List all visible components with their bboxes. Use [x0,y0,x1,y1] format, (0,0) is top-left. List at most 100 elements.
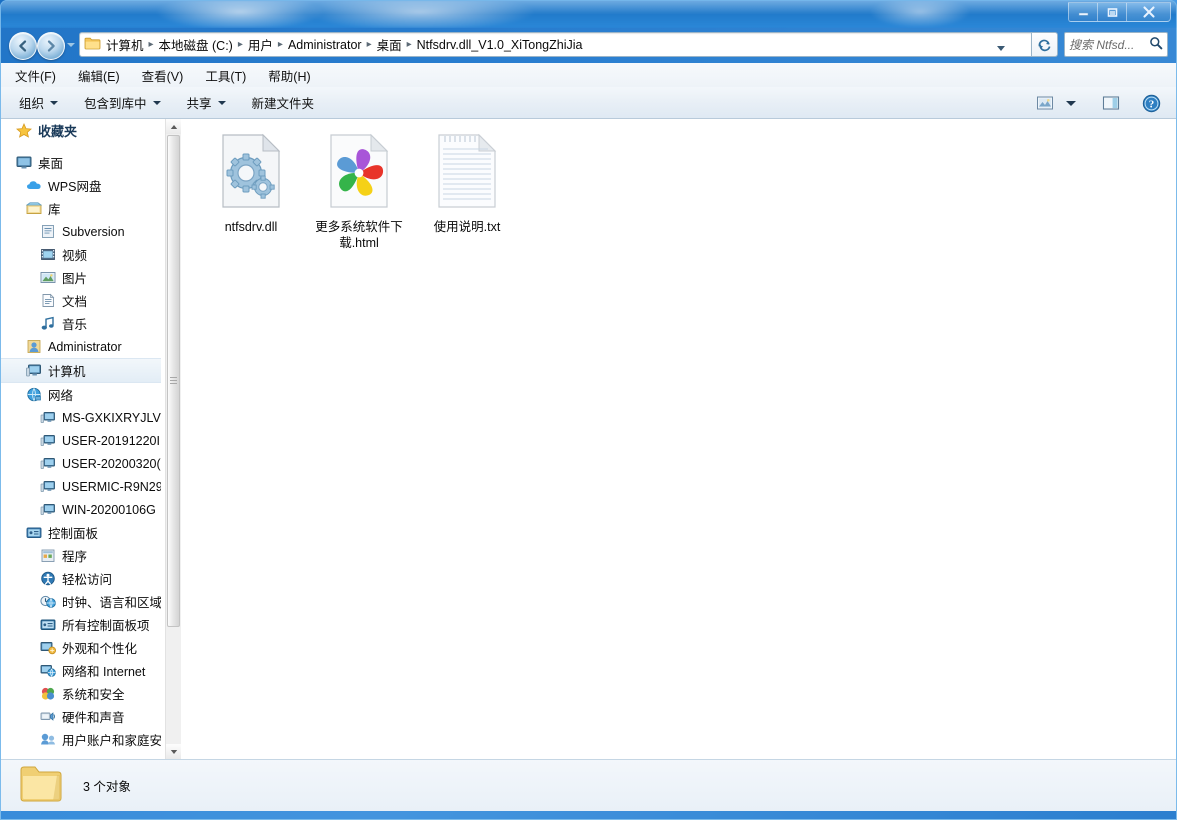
sidebar-item-label: 计算机 [48,365,86,379]
network-computer-icon [39,433,57,449]
sidebar-item-16[interactable]: WIN-20200106G [1,498,161,521]
folder-icon [84,36,101,54]
sidebar-item-8[interactable]: 音乐 [1,312,161,335]
sidebar-item-label: 图片 [62,272,88,286]
new-folder-button[interactable]: 新建文件夹 [252,93,315,112]
chevron-down-icon [50,100,59,105]
sidebar-item-label: USER-20200320( [62,456,161,471]
help-icon[interactable]: ? [1138,91,1164,115]
organize-button[interactable]: 组织 [19,93,59,112]
preview-pane-icon[interactable] [1098,91,1124,115]
sidebar-item-1[interactable]: 桌面 [1,151,161,174]
sidebar-item-5[interactable]: 视频 [1,243,161,266]
sidebar-item-9[interactable]: Administrator [1,335,161,358]
search-input[interactable]: 搜索 Ntfsd... [1064,32,1168,57]
refresh-button[interactable] [1032,32,1058,57]
chevron-down-icon [217,100,226,105]
breadcrumb-separator: ▸ [406,39,412,50]
file-list-pane[interactable]: ntfsdrv.dll 更多系统软件下载.html 使用说明.txt [181,119,1176,759]
navigation-pane[interactable]: 收藏夹桌面 WPS网盘库 Subversion 视频图片文档音乐 Administrat… [1,119,161,759]
file-item-html[interactable]: 更多系统软件下载.html [311,133,407,251]
picture-icon [39,270,57,286]
menu-edit[interactable]: 编辑(E) [78,66,120,85]
sidebar-item-label: WPS网盘 [48,180,102,194]
sidebar-item-4[interactable]: Subversion [1,220,161,243]
breadcrumb-item-5[interactable]: Ntfsdrv.dll_V1.0_XiTongZhiJia [414,36,586,54]
sidebar-item-17[interactable]: 控制面板 [1,521,161,544]
sidebar-item-18[interactable]: 程序 [1,544,161,567]
user-accounts-icon [39,732,57,748]
menu-file[interactable]: 文件(F) [15,66,56,85]
breadcrumb-item-4[interactable]: 桌面 [374,33,405,56]
file-label: 更多系统软件下载.html [315,220,403,250]
sidebar-item-0[interactable]: 收藏夹 [1,119,161,142]
scroll-down-button[interactable] [166,744,181,759]
breadcrumb-item-3[interactable]: Administrator [285,36,365,54]
network-internet-icon [39,663,57,679]
computer-icon [25,363,43,379]
command-toolbar: 组织 包含到库中 共享 新建文件夹 ? [1,87,1176,119]
programs-icon [39,548,57,564]
sidebar-item-23[interactable]: 网络和 Internet [1,659,161,682]
file-item-txt[interactable]: 使用说明.txt [419,133,515,235]
breadcrumb-item-2[interactable]: 用户 [245,33,276,56]
sidebar-item-11[interactable]: 网络 [1,383,161,406]
recent-pages-dropdown-icon[interactable] [67,43,75,47]
sidebar-item-label: WIN-20200106G [62,502,156,517]
breadcrumb-separator: ▸ [277,39,283,50]
user-icon [25,339,43,355]
sidebar-item-13[interactable]: USER-20191220I [1,429,161,452]
address-input[interactable]: 计算机 ▸ 本地磁盘 (C:) ▸ 用户 ▸ Administrator ▸ 桌… [79,32,1032,57]
sidebar-item-20[interactable]: 时钟、语言和区域 [1,590,161,613]
sidebar-item-24[interactable]: 系统和安全 [1,682,161,705]
view-icon[interactable] [1032,91,1058,115]
minimize-button[interactable] [1068,2,1097,22]
sidebar-item-22[interactable]: 外观和个性化 [1,636,161,659]
address-dropdown-icon[interactable] [997,46,1005,51]
sidebar-item-label: 收藏夹 [38,124,78,139]
file-item-dll[interactable]: ntfsdrv.dll [203,133,299,235]
sidebar-item-10[interactable]: 计算机 [1,358,161,383]
network-icon [25,387,43,403]
sidebar-item-26[interactable]: 用户账户和家庭安全 [1,728,161,751]
sidebar-item-15[interactable]: USERMIC-R9N29 [1,475,161,498]
sidebar-item-label: MS-GXKIXRYJLV [62,410,161,425]
scroll-up-button[interactable] [166,119,181,134]
desktop-icon [15,155,33,171]
breadcrumb-item-1[interactable]: 本地磁盘 (C:) [156,33,236,56]
scrollbar-thumb[interactable] [167,135,180,627]
menu-tools[interactable]: 工具(T) [205,66,246,85]
clock-language-icon [39,594,57,610]
share-button[interactable]: 共享 [187,93,226,112]
sidebar-item-label: 音乐 [62,318,88,332]
navigation-tree: 收藏夹桌面 WPS网盘库 Subversion 视频图片文档音乐 Administrat… [1,119,161,751]
sidebar-item-14[interactable]: USER-20200320( [1,452,161,475]
view-dropdown-icon[interactable] [1058,91,1084,115]
sidebar-item-2[interactable]: WPS网盘 [1,174,161,197]
sidebar-item-21[interactable]: 所有控制面板项 [1,613,161,636]
sidebar-item-6[interactable]: 图片 [1,266,161,289]
include-in-library-button[interactable]: 包含到库中 [84,93,161,112]
organize-label: 组织 [19,97,45,111]
sidebar-item-19[interactable]: 轻松访问 [1,567,161,590]
back-button[interactable] [9,32,37,60]
cloud-icon [25,178,43,194]
sidebar-item-12[interactable]: MS-GXKIXRYJLV [1,406,161,429]
sidebar-item-label: 硬件和声音 [62,711,125,725]
sidebar-item-3[interactable]: 库 [1,197,161,220]
all-control-panel-icon [39,617,57,633]
sidebar-item-label: 文档 [62,295,88,309]
sidebar-item-25[interactable]: 硬件和声音 [1,705,161,728]
sidebar-item-7[interactable]: 文档 [1,289,161,312]
search-placeholder: 搜索 Ntfsd... [1069,38,1135,52]
close-button[interactable] [1126,2,1171,22]
navigation-scrollbar[interactable] [165,119,181,759]
scrollbar-grip [170,376,177,386]
status-bar: 3 个对象 [1,759,1176,811]
menu-view[interactable]: 查看(V) [142,66,184,85]
menu-help[interactable]: 帮助(H) [268,66,310,85]
forward-button[interactable] [37,32,65,60]
star-icon [15,123,33,139]
breadcrumb-item-0[interactable]: 计算机 [103,33,147,56]
maximize-button[interactable] [1097,2,1126,22]
